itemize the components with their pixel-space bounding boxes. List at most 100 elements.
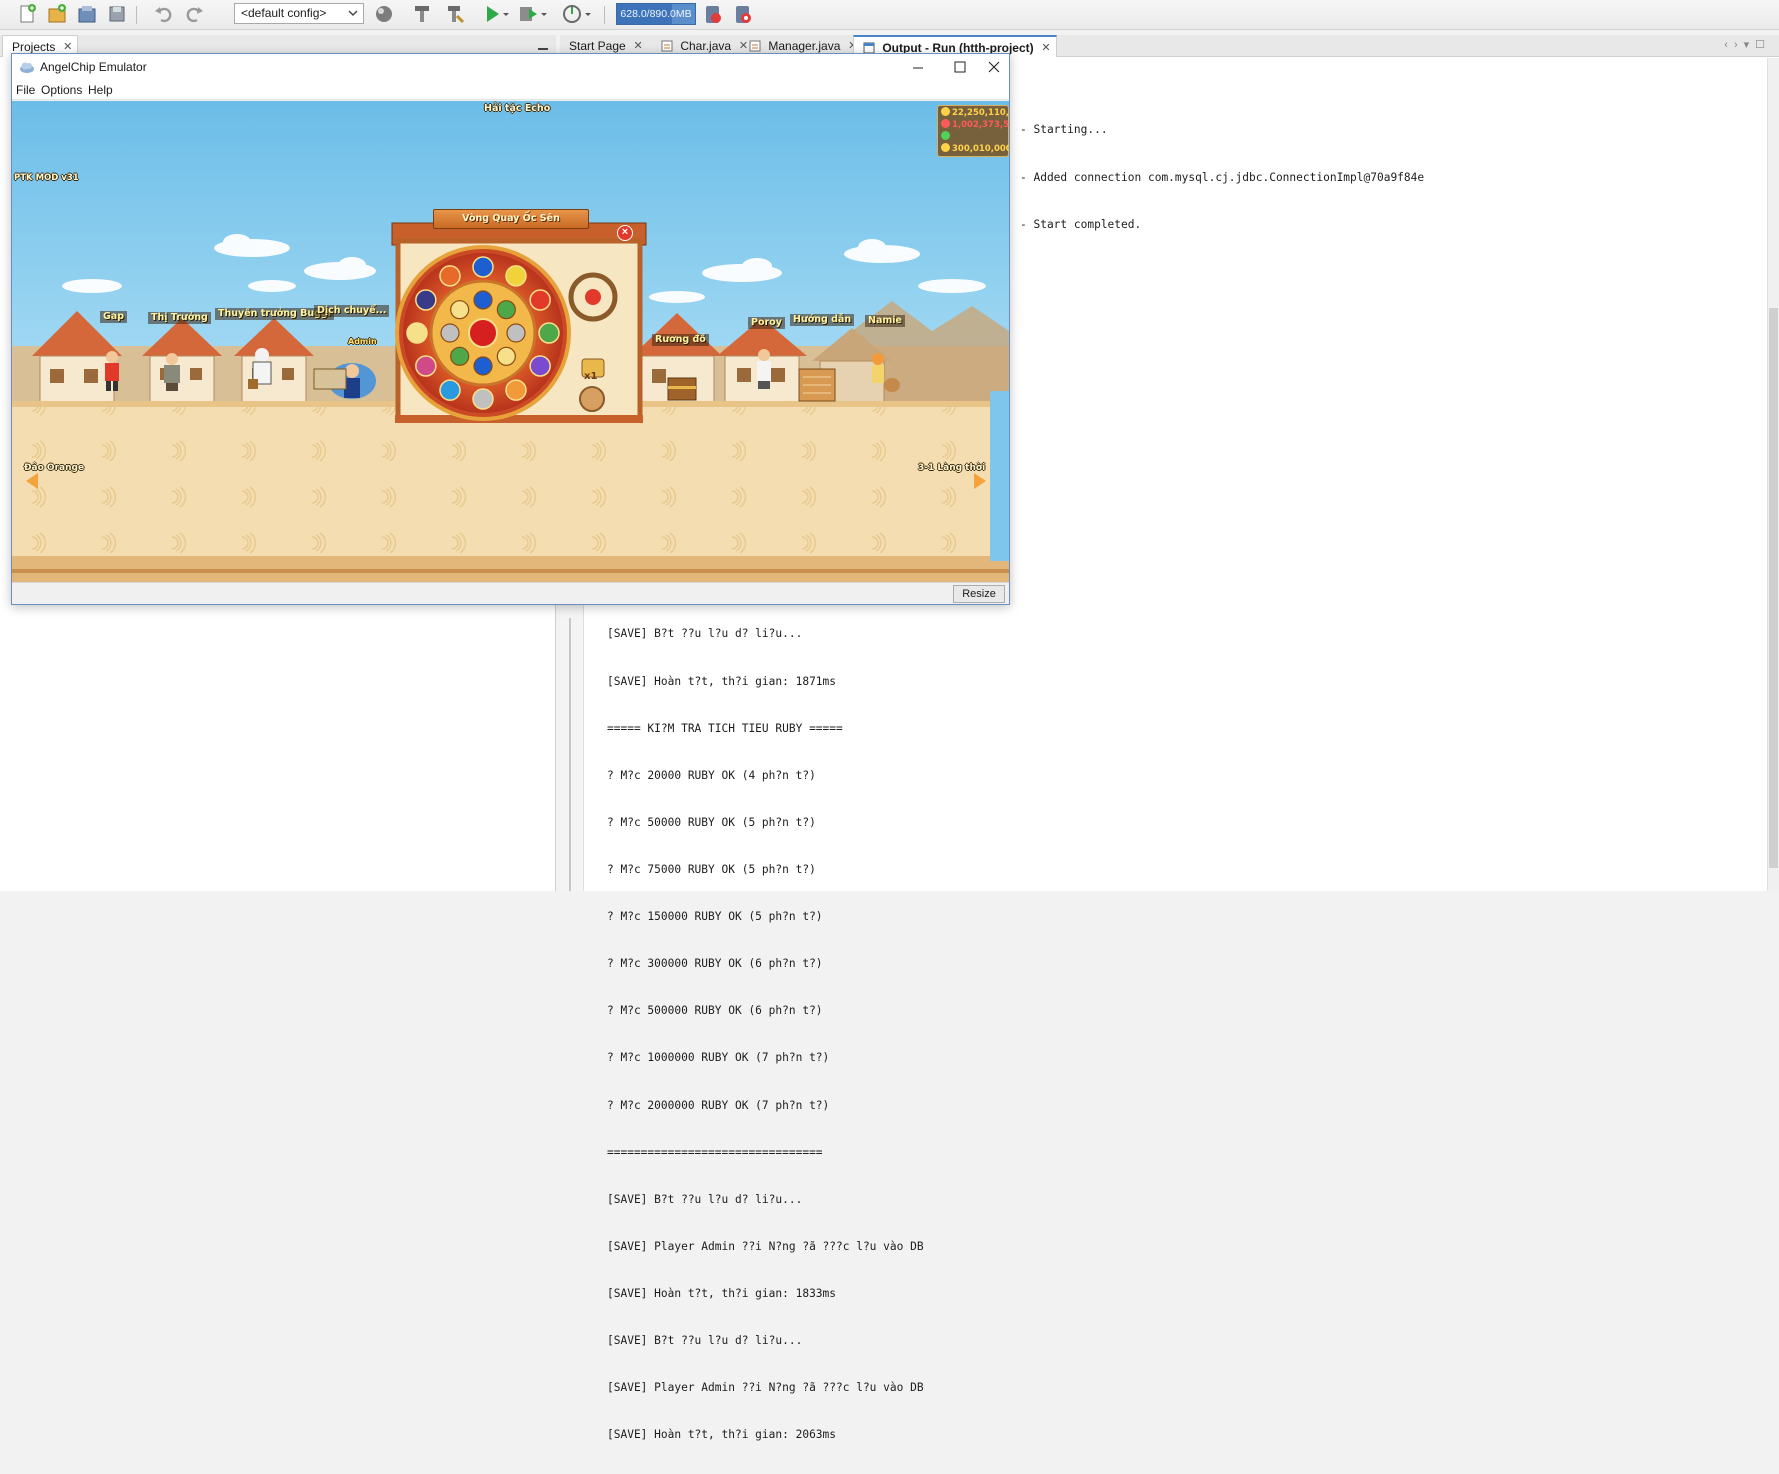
wheel-outer-slot (538, 322, 560, 344)
npc-label-teleport[interactable]: Dịch chuyể... (314, 305, 390, 317)
wheel-title: Vòng Quay Ốc Sên (433, 209, 589, 229)
run-dropdown-icon[interactable] (501, 3, 511, 25)
wheel-outer-slot (529, 355, 551, 377)
output-log-bottom: [SAVE] B?t ??u l?u d? li?u... [SAVE] Hoà… (607, 595, 924, 1474)
wheel-outer-slot (439, 265, 461, 287)
memory-meter[interactable]: 628.0/890.0MB (616, 3, 696, 25)
close-icon (988, 61, 1000, 73)
undo-icon[interactable] (153, 3, 175, 25)
close-icon[interactable]: ✕ (1041, 37, 1050, 59)
emulator-menubar: File Options Help (12, 81, 1009, 100)
memory-text: 628.0/890.0MB (620, 8, 692, 20)
minimize-icon (913, 67, 923, 69)
wheel-outer-slot (472, 256, 494, 278)
wheel-inner-slot (473, 356, 493, 376)
scrollbar-thumb[interactable] (1769, 308, 1778, 868)
minimize-button[interactable] (897, 54, 939, 81)
log-line: - Start completed. (1020, 217, 1142, 231)
wheel-close-button[interactable]: × (617, 225, 633, 241)
chevron-down-icon (347, 4, 359, 23)
profile-icon[interactable] (561, 3, 583, 25)
profiler-snapshot-icon[interactable] (732, 3, 754, 25)
java-file-icon (749, 37, 761, 52)
save-all-icon[interactable] (106, 3, 128, 25)
log-line: [SAVE] B?t ??u l?u d? li?u... (607, 627, 803, 641)
output-scrollbar[interactable] (1767, 58, 1779, 891)
exit-left-label[interactable]: Đảo Orange (24, 463, 84, 473)
currency-panel: 22,250,110,46 1,002,373,535 300,010,000 (937, 105, 1009, 157)
emulator-statusbar: Resize (12, 582, 1009, 604)
open-project-icon[interactable] (76, 3, 98, 25)
log-line: ? M?c 75000 RUBY OK (5 ph?n t?) (607, 862, 816, 876)
gc-icon[interactable] (702, 3, 724, 25)
npc-label-namie[interactable]: Namie (865, 315, 905, 327)
wheel-outer-slot (406, 322, 428, 344)
log-line: ? M?c 50000 RUBY OK (5 ph?n t?) (607, 815, 816, 829)
log-line: ? M?c 1000000 RUBY OK (7 ph?n t?) (607, 1051, 830, 1065)
player-name[interactable]: Admin (348, 337, 377, 346)
wheel-inner-slot (506, 323, 526, 343)
currency-berry: 300,010,000 (941, 143, 1009, 155)
run-icon[interactable] (481, 3, 503, 25)
log-line: ? M?c 150000 RUBY OK (5 ph?n t?) (607, 910, 823, 924)
wheel-inner-slot (450, 346, 470, 366)
menu-options[interactable]: Options (41, 81, 82, 100)
wheel-outer-slot (529, 289, 551, 311)
gem-icon (941, 131, 950, 140)
menu-file[interactable]: File (16, 81, 35, 100)
redo-icon[interactable] (183, 3, 205, 25)
ruby-icon (941, 119, 950, 128)
java-file-icon (661, 37, 673, 52)
wheel-outer-slot (415, 355, 437, 377)
log-line: [SAVE] B?t ??u l?u d? li?u... (607, 1334, 803, 1348)
wheel-inner-slot (496, 346, 516, 366)
tab-projects-label: Projects (12, 40, 56, 54)
log-line: ? M?c 20000 RUBY OK (4 ph?n t?) (607, 768, 816, 782)
config-select-value: <default config> (241, 6, 327, 20)
debug-icon[interactable] (517, 3, 539, 25)
profile-dropdown-icon[interactable] (583, 3, 593, 25)
wheel-inner-slot (440, 323, 460, 343)
tab-navigation-icons[interactable]: ‹›▾☐ (1724, 38, 1771, 51)
maximize-button[interactable] (939, 54, 981, 81)
npc-label-gap[interactable]: Gap (100, 311, 128, 323)
config-select[interactable]: <default config> (234, 3, 364, 24)
log-line: ================================ (607, 1145, 823, 1159)
tab-label: Manager.java (768, 39, 841, 53)
npc-label-guide[interactable]: Hướng dẫn (790, 314, 855, 326)
log-line: ? M?c 300000 RUBY OK (6 ph?n t?) (607, 957, 823, 971)
wheel-outer-slot (505, 379, 527, 401)
wheel-inner-slot (496, 300, 516, 320)
log-line: [SAVE] Hoàn t?t, th?i gian: 1833ms (607, 1286, 837, 1300)
npc-label-mayor[interactable]: Thị Trưởng (148, 312, 211, 324)
build-hammer-icon[interactable] (411, 3, 433, 25)
wheel-outer-slot (415, 289, 437, 311)
mod-version: PTK MOD v31 (14, 173, 79, 183)
close-button[interactable] (981, 54, 1009, 81)
log-line: ? M?c 2000000 RUBY OK (7 ph?n t?) (607, 1098, 830, 1112)
game-scene (12, 101, 1009, 582)
ide-toolbar: <default config> 628.0/890.0MB (0, 0, 1779, 30)
minimize-panel-icon[interactable] (538, 40, 548, 50)
currency-gold: 22,250,110,46 (941, 107, 1009, 119)
debug-dropdown-icon[interactable] (539, 3, 549, 25)
npc-label-poroy[interactable]: Poroy (748, 317, 785, 329)
output-window-icon (863, 39, 875, 54)
log-line: [SAVE] B?t ??u l?u d? li?u... (607, 1192, 803, 1206)
output-log-top: - Starting... - Added connection com.mys… (1020, 91, 1424, 264)
target-sphere-icon[interactable] (373, 3, 395, 25)
resize-button[interactable]: Resize (953, 585, 1005, 603)
clean-build-icon[interactable] (444, 3, 466, 25)
log-line: ? M?c 500000 RUBY OK (6 ph?n t?) (607, 1004, 823, 1018)
emulator-titlebar[interactable]: AngelChip Emulator (12, 54, 1009, 81)
log-line: ===== KI?M TRA TICH TIEU RUBY ===== (607, 721, 843, 735)
new-file-icon[interactable] (16, 3, 38, 25)
menu-help[interactable]: Help (88, 81, 113, 100)
log-line: - Added connection com.mysql.cj.jdbc.Con… (1020, 170, 1425, 184)
game-canvas[interactable]: Hải tặc Echo PTK MOD v31 22,250,110,46 1… (12, 101, 1009, 582)
npc-label-chest[interactable]: Rương đồ (652, 334, 709, 346)
new-project-icon[interactable] (46, 3, 68, 25)
emulator-window: AngelChip Emulator File Options Help Hải… (11, 53, 1010, 605)
exit-right-label[interactable]: 3-1 Làng thời (918, 463, 985, 473)
log-line: [SAVE] Hoàn t?t, th?i gian: 2063ms (607, 1428, 837, 1442)
